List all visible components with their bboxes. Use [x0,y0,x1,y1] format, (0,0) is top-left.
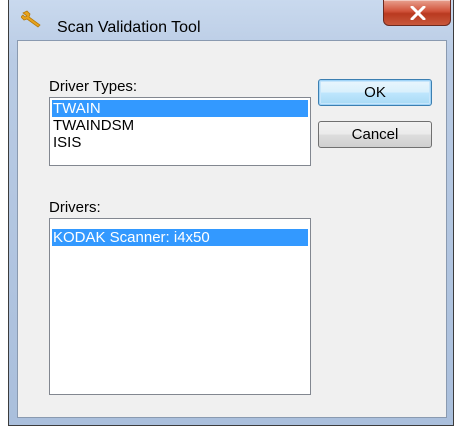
driver-types-listbox[interactable]: TWAIN TWAINDSM ISIS [49,97,311,166]
cancel-button[interactable]: Cancel [318,121,432,148]
driver-type-item-twain[interactable]: TWAIN [52,100,308,117]
driver-types-label: Driver Types: [49,78,138,95]
driver-type-item-twaindsm[interactable]: TWAINDSM [52,117,308,134]
driver-type-item-isis[interactable]: ISIS [52,134,308,151]
driver-item[interactable]: KODAK Scanner: i4x50 [52,229,308,246]
dialog-window: Scan Validation Tool Driver Types: TWAIN… [8,0,454,426]
close-icon [410,6,426,20]
drivers-listbox[interactable]: KODAK Scanner: i4x50 [49,218,311,395]
window-title: Scan Validation Tool [57,19,201,36]
title-bar[interactable]: Scan Validation Tool [9,0,453,36]
drivers-label: Drivers: [49,199,101,216]
ok-button[interactable]: OK [318,79,432,106]
dialog-client-area: Driver Types: TWAIN TWAINDSM ISIS Driver… [17,40,447,418]
wrench-icon [20,10,43,28]
close-button[interactable] [383,0,451,26]
